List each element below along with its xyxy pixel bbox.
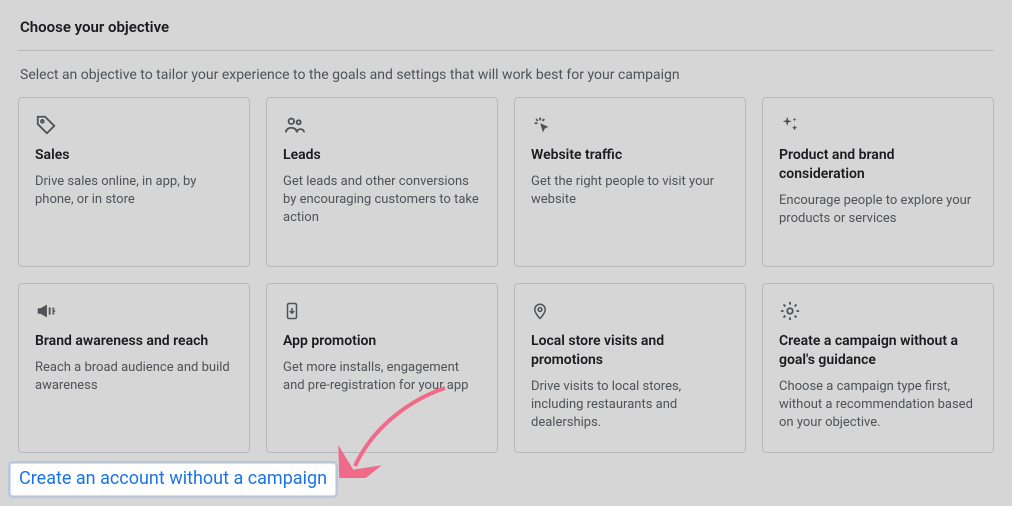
card-desc: Get leads and other conversions by encou… [283, 173, 481, 228]
card-desc: Choose a campaign type first, without a … [779, 378, 977, 433]
card-desc: Encourage people to explore your product… [779, 192, 977, 228]
objective-card-product-brand[interactable]: Product and brand consideration Encourag… [762, 97, 994, 267]
card-desc: Reach a broad audience and build awarene… [35, 359, 233, 395]
card-desc: Drive sales online, in app, by phone, or… [35, 173, 233, 209]
objective-card-local-visits[interactable]: Local store visits and promotions Drive … [514, 283, 746, 453]
card-title: Product and brand consideration [779, 146, 977, 184]
card-title: App promotion [283, 332, 481, 351]
objective-card-app-promotion[interactable]: App promotion Get more installs, engagem… [266, 283, 498, 453]
objective-panel: Choose your objective Select an objectiv… [0, 0, 1012, 471]
objective-card-website-traffic[interactable]: Website traffic Get the right people to … [514, 97, 746, 267]
card-title: Sales [35, 146, 233, 165]
card-title: Create a campaign without a goal's guida… [779, 332, 977, 370]
card-desc: Drive visits to local stores, including … [531, 378, 729, 433]
objective-card-no-goal[interactable]: Create a campaign without a goal's guida… [762, 283, 994, 453]
pin-icon [531, 300, 729, 328]
megaphone-icon [35, 300, 233, 328]
sparkle-icon [779, 114, 977, 142]
objective-card-sales[interactable]: Sales Drive sales online, in app, by pho… [18, 97, 250, 267]
gear-icon [779, 300, 977, 328]
app-icon [283, 300, 481, 328]
card-title: Local store visits and promotions [531, 332, 729, 370]
objective-card-leads[interactable]: Leads Get leads and other conversions by… [266, 97, 498, 267]
page-subheading: Select an objective to tailor your exper… [18, 51, 994, 97]
create-account-without-campaign-link[interactable]: Create an account without a campaign [10, 463, 336, 496]
tag-icon [35, 114, 233, 142]
objective-grid: Sales Drive sales online, in app, by pho… [18, 97, 994, 453]
card-title: Leads [283, 146, 481, 165]
objective-card-brand-awareness[interactable]: Brand awareness and reach Reach a broad … [18, 283, 250, 453]
card-desc: Get more installs, engagement and pre-re… [283, 359, 481, 395]
card-title: Website traffic [531, 146, 729, 165]
card-desc: Get the right people to visit your websi… [531, 173, 729, 209]
card-title: Brand awareness and reach [35, 332, 233, 351]
click-icon [531, 114, 729, 142]
people-icon [283, 114, 481, 142]
page-title: Choose your objective [18, 0, 994, 51]
